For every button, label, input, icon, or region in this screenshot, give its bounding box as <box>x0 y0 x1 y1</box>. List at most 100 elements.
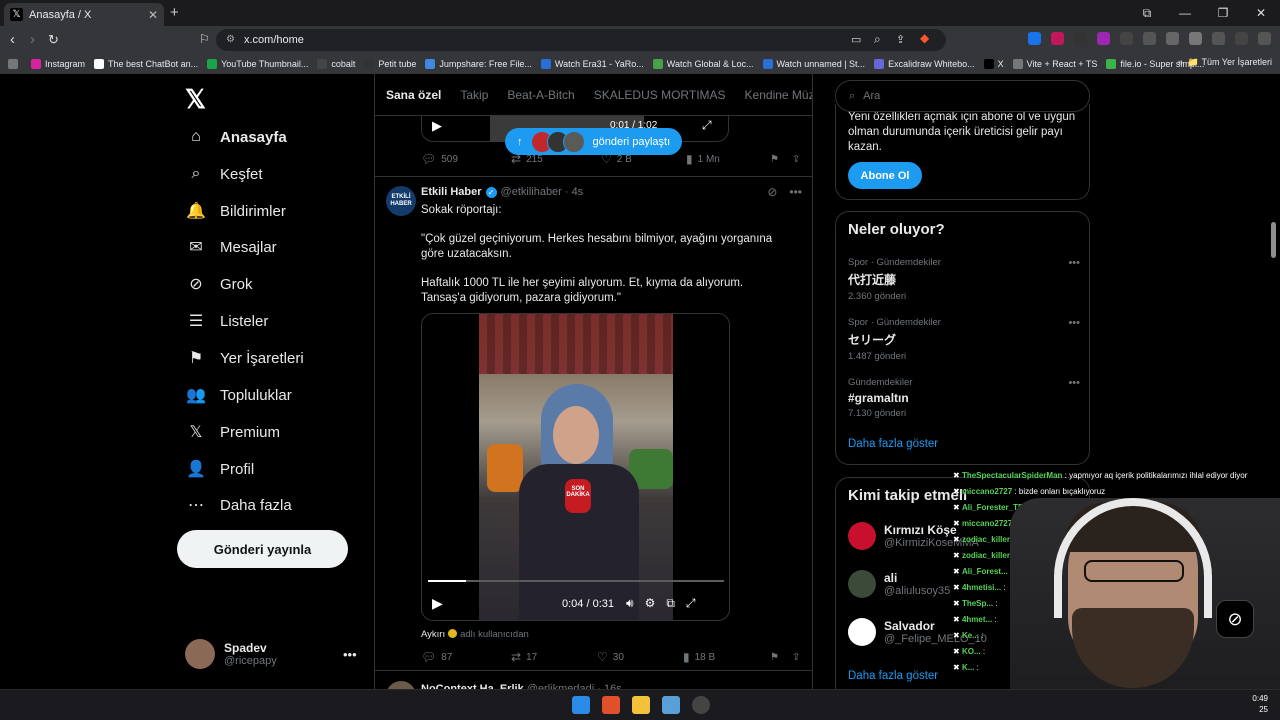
file-explorer-icon[interactable] <box>632 696 650 714</box>
sidebar-item-profil[interactable]: 👤 Profil <box>186 459 254 479</box>
grok-icon[interactable]: ⊘ <box>767 185 777 199</box>
extension-icon[interactable] <box>1120 32 1133 45</box>
sidebar-icon[interactable] <box>1212 32 1225 45</box>
system-clock[interactable]: 0:49 25 <box>1252 693 1268 715</box>
video-player[interactable]: SON DAKİKA ▶ 0:04 / 0:31 🔊︎ ⚙ ⧉ ⤢ <box>421 313 730 621</box>
fullscreen-icon[interactable]: ⤢ <box>702 118 712 133</box>
bookmark-icon[interactable]: ⚑ <box>770 652 792 663</box>
bookmark-item[interactable]: Excalidraw Whitebo... <box>874 59 975 69</box>
share-icon[interactable]: ⇪ <box>792 154 800 165</box>
extension-icon[interactable] <box>1074 32 1087 45</box>
extension-icon[interactable] <box>1143 32 1156 45</box>
app-icon[interactable] <box>692 696 710 714</box>
bookmark-item[interactable]: YouTube Thumbnail... <box>207 59 308 69</box>
reply-button[interactable]: 💬︎ 87 <box>421 650 511 664</box>
sidebar-item-listeler[interactable]: ☰ Listeler <box>186 311 269 331</box>
author-handle[interactable]: @etkilihaber <box>501 186 562 198</box>
sidebar-item-bildirimler[interactable]: 🔔 Bildirimler <box>186 201 286 221</box>
author-name[interactable]: Etkili Haber <box>421 186 482 198</box>
brave-browser-icon[interactable] <box>602 696 620 714</box>
reply-button[interactable]: 💬︎ 509 <box>421 152 511 166</box>
windows-start-icon[interactable] <box>572 696 590 714</box>
avatar[interactable]: ETKİLİ HABER <box>386 186 416 216</box>
play-icon[interactable]: ▶ <box>432 118 442 134</box>
more-options-icon[interactable]: ••• <box>1068 317 1080 329</box>
post-button[interactable]: Gönderi yayınla <box>177 530 348 568</box>
tab-list[interactable]: Kendine Müz <box>745 88 812 102</box>
follow-suggestion[interactable]: ali @aliulusoy35 <box>848 570 950 598</box>
trend-item[interactable]: Gündemdekiler #gramaltın 7.130 gönderi •… <box>848 377 1080 419</box>
sidebar-item-anasayfa[interactable]: ⌂ Anasayfa <box>186 127 287 147</box>
apps-icon[interactable] <box>8 59 22 69</box>
site-info-icon[interactable]: ⚙ <box>226 29 235 51</box>
tab-search-icon[interactable]: ⧉ <box>1128 0 1166 26</box>
back-icon[interactable]: ‹ <box>10 31 15 48</box>
bookmark-item[interactable]: Watch Era31 - YaRo... <box>540 59 644 69</box>
x-logo-icon[interactable]: 𝕏 <box>185 84 206 115</box>
bookmark-item[interactable]: Vite + React + TS <box>1012 59 1097 69</box>
sidebar-item-premium[interactable]: 𝕏 Premium <box>186 422 280 442</box>
new-tab-icon[interactable]: + <box>170 4 179 21</box>
bookmark-item[interactable]: Jumpshare: Free File... <box>425 59 532 69</box>
tweet[interactable]: ETKİLİ HABER Etkili Haber ✓ @etkilihaber… <box>375 176 812 664</box>
bookmark-page-icon[interactable]: ⚐ <box>199 32 210 46</box>
bookmark-item[interactable]: X <box>983 59 1004 69</box>
brave-shield-icon[interactable]: ◆ <box>920 31 929 45</box>
bookmark-item[interactable]: Watch Global & Loc... <box>652 59 754 69</box>
tweet-time[interactable]: · 4s <box>565 186 583 198</box>
close-window-icon[interactable]: ✕ <box>1242 0 1280 26</box>
share-icon[interactable]: ⇪ <box>896 33 905 46</box>
forward-icon[interactable]: › <box>30 31 35 48</box>
extension-icon[interactable] <box>1166 32 1179 45</box>
zoom-icon[interactable]: ⌕ <box>874 32 881 47</box>
sidebar-item-yer-i-şaretleri[interactable]: ⚑ Yer İşaretleri <box>186 348 304 368</box>
restore-icon[interactable]: ❐ <box>1204 0 1242 26</box>
url-field[interactable]: ⚙ x.com/home <box>216 29 946 51</box>
sidebar-item-mesajlar[interactable]: ✉ Mesajlar <box>186 237 276 257</box>
all-bookmarks[interactable]: » 📁 Tüm Yer İşaretleri <box>1178 57 1272 68</box>
show-more-link[interactable]: Daha fazla göster <box>848 438 938 450</box>
subscribe-button[interactable]: Abone Ol <box>848 162 922 189</box>
more-options-icon[interactable]: ••• <box>789 185 802 199</box>
more-options-icon[interactable]: ••• <box>1068 377 1080 389</box>
like-button[interactable]: ♡ 30 <box>597 650 683 664</box>
close-tab-icon[interactable]: ✕ <box>148 8 158 22</box>
views-button[interactable]: ▮ 1 Mn <box>686 152 770 166</box>
reload-icon[interactable]: ↻ <box>48 32 59 48</box>
media-icon[interactable] <box>1235 32 1248 45</box>
extension-icon[interactable] <box>1051 32 1064 45</box>
picture-in-picture-icon[interactable]: ⧉ <box>666 596 675 611</box>
tab-for-you[interactable]: Sana özel <box>386 88 441 102</box>
fullscreen-icon[interactable]: ⤢ <box>686 596 696 611</box>
account-switcher[interactable]: Spadev @ricepapy <box>185 639 277 669</box>
bookmark-item[interactable]: Petit tube <box>364 59 416 69</box>
vpn-icon[interactable] <box>1258 32 1271 45</box>
settings-gear-icon[interactable]: ⚙ <box>645 596 656 611</box>
tab-following[interactable]: Takip <box>460 88 488 102</box>
minimize-icon[interactable]: — <box>1166 0 1204 26</box>
bookmark-icon[interactable]: ⚑ <box>770 154 792 165</box>
more-options-icon[interactable]: ••• <box>343 647 357 662</box>
volume-icon[interactable]: 🔊︎ <box>626 596 634 611</box>
scrollbar[interactable] <box>1271 222 1276 258</box>
app-icon[interactable] <box>662 696 680 714</box>
sidebar-item-daha-fazla[interactable]: ⋯ Daha fazla <box>186 495 292 515</box>
share-icon[interactable]: ⇪ <box>792 652 800 663</box>
credit-name[interactable]: Aykırı <box>421 629 445 640</box>
repost-button[interactable]: ⇄ 17 <box>511 650 597 664</box>
sidebar-item-grok[interactable]: ⊘ Grok <box>186 274 252 294</box>
video-progress-bar[interactable] <box>428 580 724 582</box>
show-more-link[interactable]: Daha fazla göster <box>848 670 938 682</box>
trend-item[interactable]: Spor · Gündemdekiler セリーグ 1.487 gönderi … <box>848 317 1080 362</box>
bookmark-item[interactable]: Watch unnamed | St... <box>762 59 865 69</box>
puzzle-icon[interactable] <box>1189 32 1202 45</box>
cast-icon[interactable]: ▭ <box>851 33 861 46</box>
bookmark-item[interactable]: Instagram <box>31 59 85 69</box>
bookmark-item[interactable]: cobalt <box>317 59 355 69</box>
browser-tab[interactable]: 𝕏 Anasayfa / X ✕ <box>4 3 164 26</box>
extension-icon[interactable] <box>1097 32 1110 45</box>
play-icon[interactable]: ▶ <box>432 595 443 612</box>
tab-list[interactable]: Beat-A-Bitch <box>507 88 574 102</box>
new-posts-pill[interactable]: ↑ gönderi paylaştı <box>505 128 683 155</box>
tab-list[interactable]: SKALEDUS MORTIMAS <box>594 88 726 102</box>
